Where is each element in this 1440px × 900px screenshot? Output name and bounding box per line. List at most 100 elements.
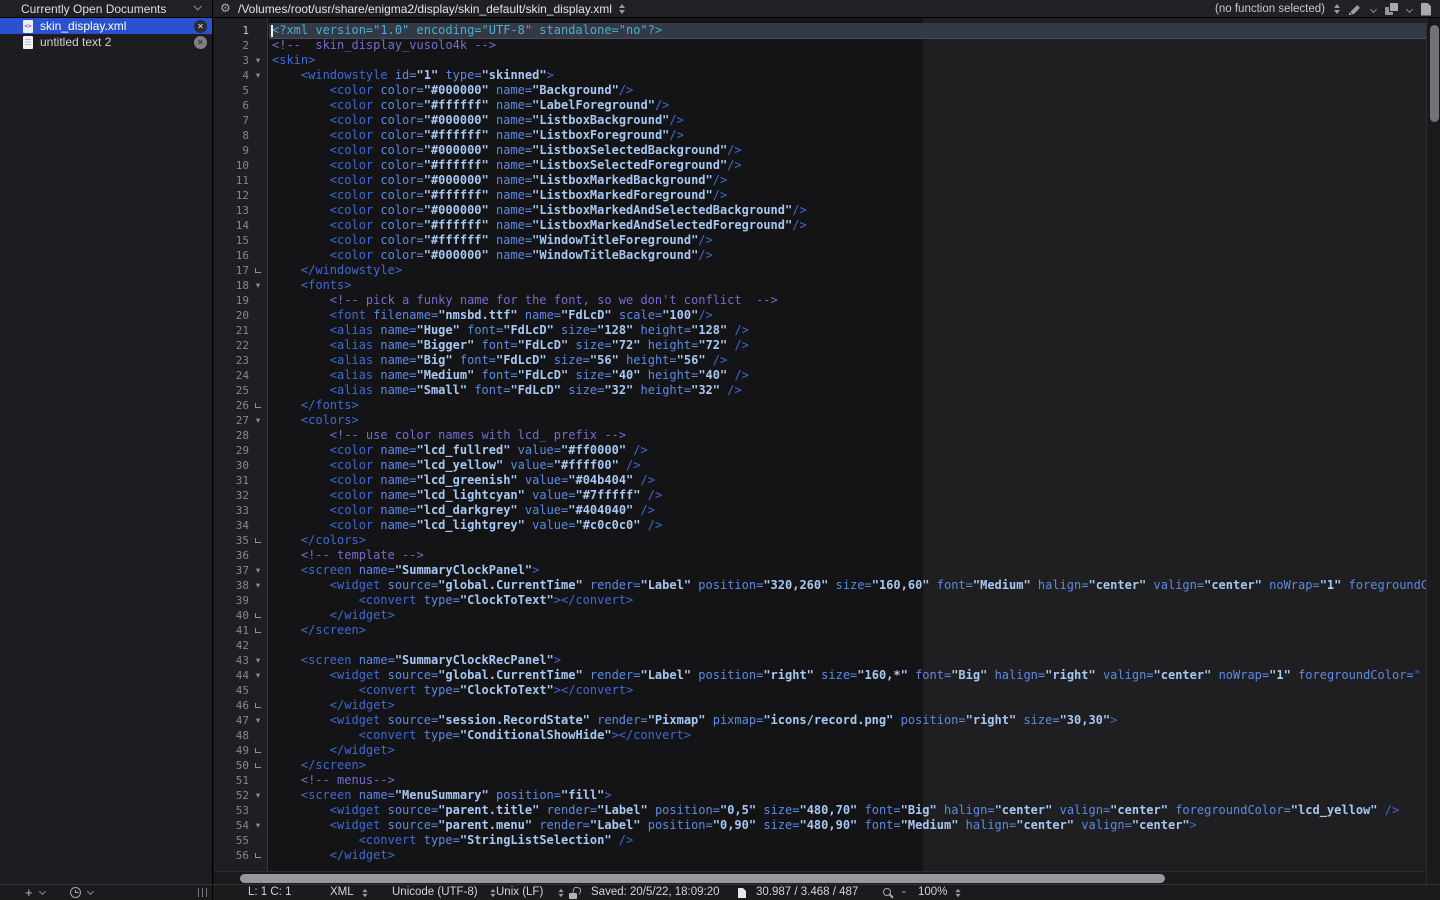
code-line[interactable]: <convert type="ClockToText"></convert>	[269, 683, 1426, 698]
fold-toggle[interactable]	[249, 698, 267, 713]
stepper-icon[interactable]	[1334, 4, 1340, 14]
code-line[interactable]: <!-- menus-->	[269, 773, 1426, 788]
fold-toggle[interactable]	[249, 398, 267, 413]
code-line[interactable]: <!-- pick a funky name for the font, so …	[269, 293, 1426, 308]
code-line[interactable]: <alias name="Bigger" font="FdLcD" size="…	[269, 338, 1426, 353]
fold-toggle[interactable]	[249, 263, 267, 278]
fold-toggle[interactable]: ▾	[249, 563, 267, 578]
code-line[interactable]: <color color="#ffffff" name="ListboxMark…	[269, 218, 1426, 233]
code-line[interactable]: </widget>	[269, 743, 1426, 758]
document-path-popup[interactable]: /Volumes/root/usr/share/enigma2/display/…	[238, 2, 625, 16]
code-line[interactable]: <color color="#ffffff" name="ListboxMark…	[269, 188, 1426, 203]
code-line[interactable]: <color color="#000000" name="Background"…	[269, 83, 1426, 98]
code-line[interactable]: <color color="#000000" name="ListboxMark…	[269, 203, 1426, 218]
code-line[interactable]: <color color="#ffffff" name="WindowTitle…	[269, 233, 1426, 248]
code-line[interactable]: <color color="#ffffff" name="ListboxSele…	[269, 158, 1426, 173]
close-document-button[interactable]: ✕	[194, 20, 207, 33]
unlocked-padlock-icon[interactable]	[569, 887, 581, 900]
open-documents-popup[interactable]: Currently Open Documents	[0, 0, 213, 18]
encoding-popup[interactable]: Unicode (UTF-8)	[392, 885, 478, 900]
code-line[interactable]: </screen>	[269, 623, 1426, 638]
zoom-level-popup[interactable]: 100%	[918, 885, 947, 900]
code-line[interactable]: <color name="lcd_lightcyan" value="#7fff…	[269, 488, 1426, 503]
code-line[interactable]: </widget>	[269, 608, 1426, 623]
code-line[interactable]: <color name="lcd_greenish" value="#04b40…	[269, 473, 1426, 488]
code-line[interactable]: <alias name="Big" font="FdLcD" size="56"…	[269, 353, 1426, 368]
sidebar-resize-handle[interactable]	[198, 888, 208, 897]
code-line[interactable]: <?xml version="1.0" encoding="UTF-8" sta…	[269, 23, 1426, 38]
close-document-button[interactable]: ✕	[194, 36, 207, 49]
fold-toggle[interactable]: ▾	[249, 818, 267, 833]
code-line[interactable]: <alias name="Huge" font="FdLcD" size="12…	[269, 323, 1426, 338]
syntax-popup[interactable]: XML	[330, 885, 354, 900]
code-line[interactable]: </colors>	[269, 533, 1426, 548]
pencil-icon[interactable]	[1349, 3, 1362, 16]
code-line[interactable]: <color name="lcd_fullred" value="#ff0000…	[269, 443, 1426, 458]
chevron-down-icon[interactable]	[1370, 5, 1377, 12]
document-item[interactable]: untitled text 2✕	[0, 34, 212, 50]
code-line[interactable]: </screen>	[269, 758, 1426, 773]
code-line[interactable]: <color color="#000000" name="ListboxBack…	[269, 113, 1426, 128]
fold-toggle[interactable]	[249, 743, 267, 758]
code-editor[interactable]: 123▾4▾56789101112131415161718▾1920212223…	[214, 18, 1440, 884]
code-line[interactable]: <screen name="SummaryClockPanel">	[269, 563, 1426, 578]
horizontal-scrollbar[interactable]	[214, 871, 1426, 884]
code-line[interactable]: <alias name="Medium" font="FdLcD" size="…	[269, 368, 1426, 383]
vertical-scrollbar-thumb[interactable]	[1430, 25, 1439, 122]
code-line[interactable]: </widget>	[269, 848, 1426, 863]
code-line[interactable]: <widget source="global.CurrentTime" rend…	[269, 578, 1426, 593]
gear-icon[interactable]: ⚙	[220, 1, 231, 15]
magnifier-icon[interactable]	[883, 888, 891, 896]
code-line[interactable]: <color color="#000000" name="ListboxMark…	[269, 173, 1426, 188]
code-line[interactable]: <widget source="global.CurrentTime" rend…	[269, 668, 1426, 683]
code-line[interactable]: <color color="#000000" name="WindowTitle…	[269, 248, 1426, 263]
code-line[interactable]: <widget source="parent.menu" render="Lab…	[269, 818, 1426, 833]
code-line[interactable]: <!-- use color names with lcd_ prefix --…	[269, 428, 1426, 443]
code-line[interactable]: <color color="#ffffff" name="ListboxFore…	[269, 128, 1426, 143]
chevron-down-icon[interactable]	[87, 888, 94, 895]
fold-toggle[interactable]	[249, 533, 267, 548]
code-line[interactable]: <color color="#ffffff" name="LabelForegr…	[269, 98, 1426, 113]
code-line[interactable]: <screen name="MenuSummary" position="fil…	[269, 788, 1426, 803]
document-item[interactable]: skin_display.xml✕	[0, 18, 212, 34]
duplicate-document-icon[interactable]	[1385, 3, 1398, 16]
fold-toggle[interactable]	[249, 608, 267, 623]
function-selector[interactable]: (no function selected)	[1215, 3, 1325, 15]
code-line[interactable]: <screen name="SummaryClockRecPanel">	[269, 653, 1426, 668]
code-line[interactable]: <color color="#000000" name="ListboxSele…	[269, 143, 1426, 158]
fold-toggle[interactable]: ▾	[249, 713, 267, 728]
code-line[interactable]: <color name="lcd_darkgrey" value="#40404…	[269, 503, 1426, 518]
code-line[interactable]: <windowstyle id="1" type="skinned">	[269, 68, 1426, 83]
fold-toggle[interactable]: ▾	[249, 278, 267, 293]
fold-toggle[interactable]: ▾	[249, 578, 267, 593]
code-line[interactable]: <color name="lcd_yellow" value="#ffff00"…	[269, 458, 1426, 473]
code-line[interactable]: </fonts>	[269, 398, 1426, 413]
code-line[interactable]	[269, 638, 1426, 653]
recent-documents-clock-icon[interactable]	[70, 887, 81, 898]
code-line[interactable]: <fonts>	[269, 278, 1426, 293]
code-line[interactable]: <convert type="ClockToText"></convert>	[269, 593, 1426, 608]
fold-toggle[interactable]: ▾	[249, 68, 267, 83]
add-document-button[interactable]: +	[25, 885, 33, 900]
zoom-out-button[interactable]: -	[902, 885, 906, 900]
code-line[interactable]: <font filename="nmsbd.ttf" name="FdLcD" …	[269, 308, 1426, 323]
fold-toggle[interactable]	[249, 623, 267, 638]
code-line[interactable]: </windowstyle>	[269, 263, 1426, 278]
line-endings-popup[interactable]: Unix (LF)	[496, 885, 543, 900]
fold-toggle[interactable]: ▾	[249, 668, 267, 683]
code-line[interactable]: <colors>	[269, 413, 1426, 428]
code-line[interactable]: <!-- template -->	[269, 548, 1426, 563]
fold-toggle[interactable]	[249, 758, 267, 773]
fold-toggle[interactable]: ▾	[249, 53, 267, 68]
chevron-down-icon[interactable]	[1406, 5, 1413, 12]
chevron-down-icon[interactable]	[39, 888, 46, 895]
code-line[interactable]: <widget source="parent.title" render="La…	[269, 803, 1426, 818]
code-line[interactable]: <skin>	[269, 53, 1426, 68]
fold-toggle[interactable]	[249, 848, 267, 863]
horizontal-scrollbar-thumb[interactable]	[240, 874, 1165, 883]
code-line[interactable]: <color name="lcd_lightgrey" value="#c0c0…	[269, 518, 1426, 533]
vertical-scrollbar[interactable]	[1426, 18, 1440, 884]
code-line[interactable]: <convert type="StringListSelection" />	[269, 833, 1426, 848]
code-line[interactable]: <alias name="Small" font="FdLcD" size="3…	[269, 383, 1426, 398]
code-line[interactable]: <!-- skin_display_vusolo4k -->	[269, 38, 1426, 53]
